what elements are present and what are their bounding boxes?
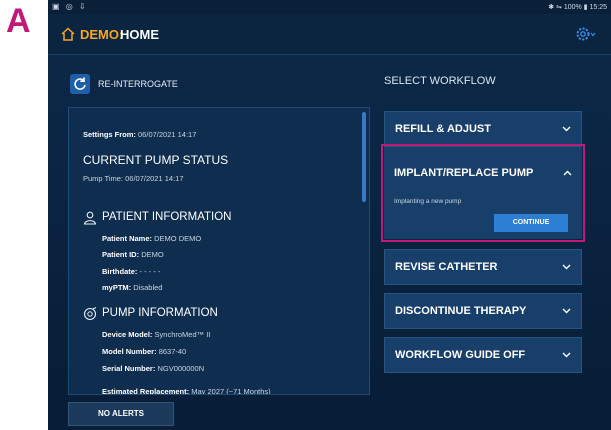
field-label: myPTM:: [102, 283, 132, 292]
patient-information-title: PATIENT INFORMATION: [102, 211, 232, 223]
serial-number: Serial Number: NGV000000N: [102, 364, 204, 373]
field-label: Model Number:: [102, 347, 157, 356]
pump-time-value: 06/07/2021 14:17: [125, 174, 184, 183]
field-value: May 2027 (~71 Months): [191, 387, 271, 395]
workflow-item-label: REFILL & ADJUST: [395, 123, 491, 135]
pump-time: Pump Time: 06/07/2021 14:17: [83, 174, 184, 183]
patient-name: Patient Name: DEMO DEMO: [102, 234, 201, 243]
device-model: Device Model: SynchroMed™ II: [102, 330, 210, 339]
field-label: Serial Number:: [102, 364, 156, 373]
workflow-item-discontinue-therapy[interactable]: DISCONTINUE THERAPY: [384, 293, 582, 329]
field-label: Estimated Replacement:: [102, 387, 190, 395]
workflow-item-refill-adjust[interactable]: REFILL & ADJUST: [384, 111, 582, 147]
settings-from-label: Settings From:: [83, 130, 136, 139]
chevron-down-icon: [562, 352, 571, 358]
field-value: NGV000000N: [157, 364, 205, 373]
estimated-replacement: Estimated Replacement: May 2027 (~71 Mon…: [102, 387, 271, 395]
status-bar-left-icons: ▣ ◎ ⇩: [52, 2, 88, 11]
workflow-item-description: Implanting a new pump: [394, 198, 462, 205]
pump-time-label: Pump Time:: [83, 174, 124, 183]
workflow-item-implant-replace-pump[interactable]: IMPLANT/REPLACE PUMP Implanting a new pu…: [381, 144, 585, 242]
home-icon[interactable]: [60, 26, 76, 42]
field-label: Birthdate:: [102, 267, 138, 276]
pump-status-card: Settings From: 06/07/2021 14:17 CURRENT …: [68, 107, 370, 395]
workflow-item-label: IMPLANT/REPLACE PUMP: [394, 167, 534, 179]
field-label: Patient ID:: [102, 250, 140, 259]
field-value: SynchroMed™ II: [154, 330, 211, 339]
pump-icon: [83, 307, 97, 321]
workflow-item-revise-catheter[interactable]: REVISE CATHETER: [384, 249, 582, 285]
title-bar: DEMO: HOME: [48, 14, 611, 55]
continue-button[interactable]: CONTINUE: [494, 214, 568, 232]
reinterrogate-label[interactable]: RE-INTERROGATE: [98, 79, 178, 89]
field-value: DEMO: [141, 250, 164, 259]
field-label: Device Model:: [102, 330, 153, 339]
person-icon: [83, 211, 97, 225]
no-alerts-button[interactable]: NO ALERTS: [68, 402, 174, 426]
chevron-down-icon: [562, 264, 571, 270]
settings-from-value: 06/07/2021 14:17: [138, 130, 197, 139]
chevron-up-icon: [563, 170, 572, 176]
myptm: myPTM: Disabled: [102, 283, 162, 292]
scrollbar[interactable]: [362, 112, 366, 202]
patient-id: Patient ID: DEMO: [102, 250, 164, 259]
field-label: Patient Name:: [102, 234, 153, 243]
status-bar: ▣ ◎ ⇩ ✱ ⇋ 100% ▮ 15:25: [48, 0, 611, 14]
select-workflow-heading: SELECT WORKFLOW: [384, 75, 496, 87]
workflow-item-workflow-guide-off[interactable]: WORKFLOW GUIDE OFF: [384, 337, 582, 373]
gear-icon[interactable]: [575, 25, 597, 43]
field-value: Disabled: [133, 283, 163, 292]
model-number: Model Number: 8637-40: [102, 347, 186, 356]
field-value: DEMO DEMO: [154, 234, 202, 243]
chevron-down-icon: [562, 308, 571, 314]
panel-label: A: [6, 2, 31, 40]
field-value: 8637-40: [158, 347, 187, 356]
workflow-item-label: REVISE CATHETER: [395, 261, 498, 273]
birthdate: Birthdate: - - - - -: [102, 267, 160, 276]
workflow-item-label: DISCONTINUE THERAPY: [395, 305, 527, 317]
chevron-down-icon: [562, 126, 571, 132]
pump-information-title: PUMP INFORMATION: [102, 307, 218, 319]
tablet-screen: ▣ ◎ ⇩ ✱ ⇋ 100% ▮ 15:25 DEMO: HOME RE-INT…: [48, 0, 611, 430]
settings-from: Settings From: 06/07/2021 14:17: [83, 130, 196, 139]
field-value: - - - - -: [139, 267, 161, 276]
refresh-icon: [74, 77, 86, 90]
workflow-item-label: WORKFLOW GUIDE OFF: [395, 349, 526, 361]
page-title-prefix: DEMO:: [80, 27, 124, 42]
page-title: HOME: [120, 27, 159, 42]
status-bar-right-text: ✱ ⇋ 100% ▮ 15:25: [548, 4, 607, 11]
current-pump-status-title: CURRENT PUMP STATUS: [83, 153, 229, 167]
reinterrogate-button[interactable]: [70, 74, 90, 94]
